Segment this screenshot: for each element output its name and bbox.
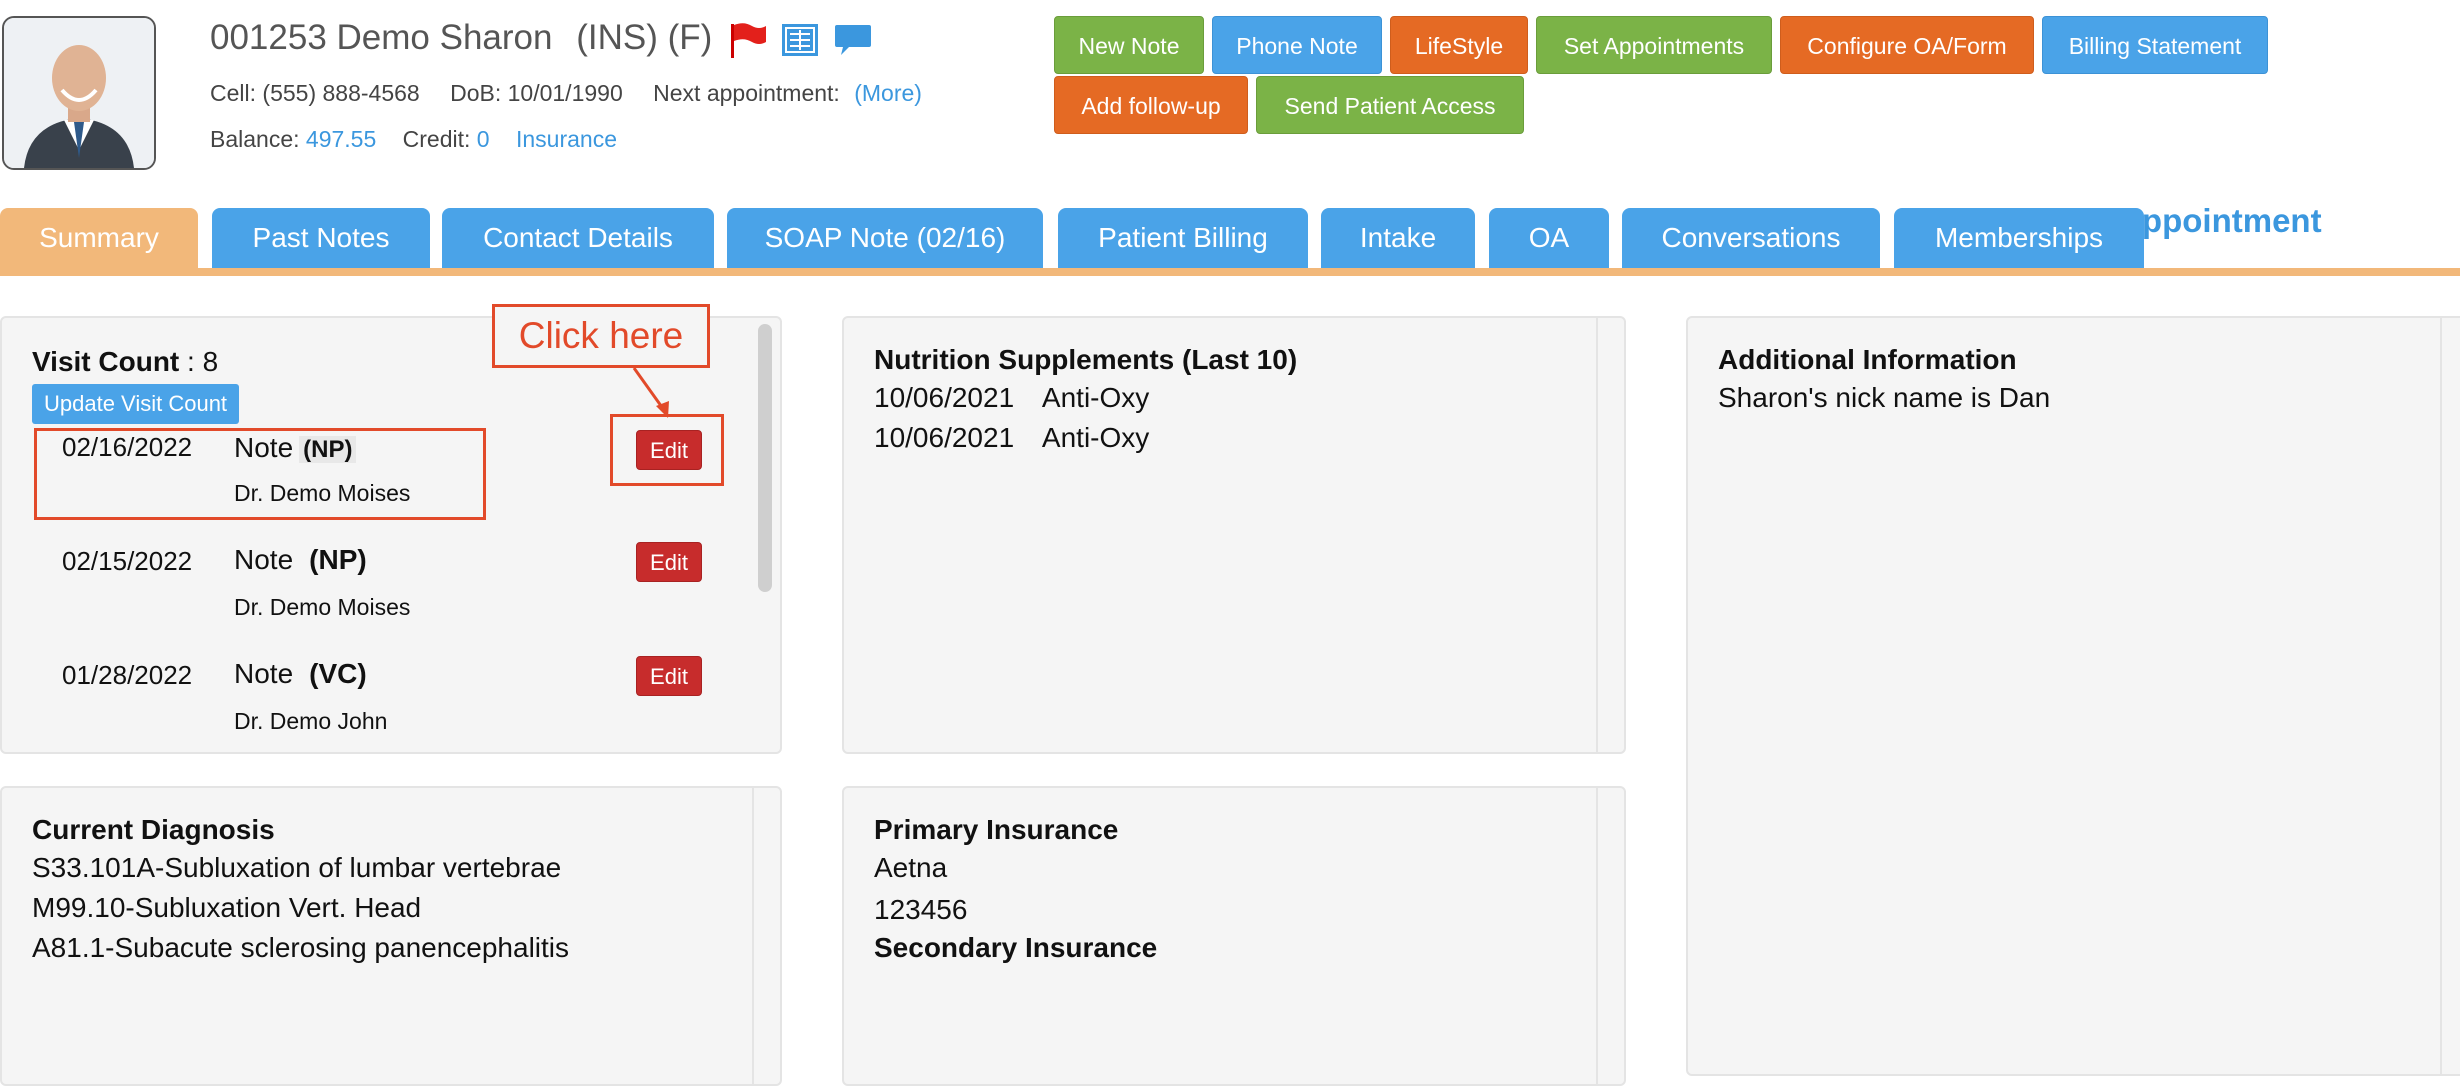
- patient-avatar[interactable]: [2, 16, 156, 170]
- patient-id-name: 001253 Demo Sharon: [210, 18, 553, 57]
- diagnosis-title: Current Diagnosis: [32, 814, 275, 845]
- tab-summary[interactable]: Summary: [0, 208, 198, 268]
- visit-count-row: Visit Count : 8: [32, 346, 218, 378]
- patient-name: 001253 Demo Sharon (INS) (F): [210, 18, 712, 58]
- nutrition-item: 10/06/2021 Anti-Oxy: [874, 422, 1149, 454]
- annotation-arrow: [632, 367, 669, 418]
- panel-divider: [2440, 318, 2442, 1074]
- tab-memberships[interactable]: Memberships: [1894, 208, 2144, 268]
- add-follow-up-button[interactable]: Add follow-up: [1054, 76, 1248, 134]
- nutrition-date: 10/06/2021: [874, 422, 1015, 453]
- primary-insurance-id: 123456: [874, 894, 968, 925]
- tab-bar-underline: [0, 268, 2460, 276]
- insurance-link[interactable]: Insurance: [516, 126, 617, 152]
- edit-visit-button[interactable]: Edit: [636, 656, 702, 696]
- cell-label: Cell:: [210, 80, 257, 106]
- next-appointment-label: Next appointment:: [653, 80, 840, 106]
- panel-divider: [1596, 788, 1598, 1084]
- balance-label: Balance:: [210, 126, 300, 152]
- send-patient-access-button[interactable]: Send Patient Access: [1256, 76, 1524, 134]
- secondary-insurance-title: Secondary Insurance: [874, 932, 1158, 963]
- diagnosis-item: M99.10-Subluxation Vert. Head: [32, 892, 422, 923]
- annotation-highlight-visit: [34, 428, 486, 520]
- visit-doctor: Dr. Demo Moises: [234, 594, 411, 620]
- phone-note-button[interactable]: Phone Note: [1212, 16, 1382, 74]
- tab-contact-details[interactable]: Contact Details: [442, 208, 714, 268]
- visit-note-type: (VC): [309, 658, 367, 689]
- edit-visit-button[interactable]: Edit: [636, 542, 702, 582]
- diagnosis-item: S33.101A-Subluxation of lumbar vertebrae: [32, 852, 562, 883]
- new-note-button[interactable]: New Note: [1054, 16, 1204, 74]
- patient-ins-gender: (INS) (F): [576, 18, 713, 57]
- nutrition-date: 10/06/2021: [874, 382, 1015, 413]
- document-icon[interactable]: [780, 22, 820, 63]
- credit-label: Credit:: [402, 126, 471, 152]
- dob-label: DoB:: [450, 80, 502, 106]
- nutrition-name: Anti-Oxy: [1041, 422, 1150, 453]
- credit-value[interactable]: 0: [477, 126, 490, 152]
- visit-note-label: Note: [234, 658, 294, 689]
- visit-count-label: Visit Count: [32, 346, 180, 377]
- dob-value: 10/01/1990: [507, 80, 623, 106]
- primary-insurance-name: Aetna: [874, 852, 948, 883]
- tab-patient-billing[interactable]: Patient Billing: [1058, 208, 1308, 268]
- panel-divider: [1596, 318, 1598, 752]
- visit-date: 01/28/2022: [62, 660, 193, 690]
- more-link[interactable]: (More): [854, 80, 922, 106]
- additional-info-panel: [1686, 316, 2460, 1076]
- visit-note-label: Note: [234, 544, 294, 575]
- visit-note[interactable]: Note (NP): [234, 544, 367, 576]
- balance-value[interactable]: 497.55: [306, 126, 376, 152]
- patient-balance-line: Balance: 497.55 Credit: 0 Insurance: [210, 126, 617, 153]
- avatar-photo: [4, 18, 154, 168]
- cell-value: (555) 888-4568: [262, 80, 420, 106]
- set-appointments-button[interactable]: Set Appointments: [1536, 16, 1772, 74]
- visit-date: 02/15/2022: [62, 546, 193, 576]
- additional-info-text: Sharon's nick name is Dan: [1718, 382, 2051, 413]
- tab-soap-note[interactable]: SOAP Note (02/16): [727, 208, 1043, 268]
- annotation-highlight-edit: [610, 414, 724, 486]
- visit-count-separator: :: [179, 346, 203, 377]
- tab-past-notes[interactable]: Past Notes: [212, 208, 430, 268]
- nutrition-item: 10/06/2021 Anti-Oxy: [874, 382, 1149, 414]
- billing-statement-button[interactable]: Billing Statement: [2042, 16, 2268, 74]
- tab-conversations[interactable]: Conversations: [1622, 208, 1880, 268]
- nutrition-name: Anti-Oxy: [1041, 382, 1150, 413]
- tab-intake[interactable]: Intake: [1321, 208, 1475, 268]
- annotation-click-here-label: Click here: [492, 304, 710, 368]
- header-icons: [728, 22, 881, 62]
- nutrition-title: Nutrition Supplements (Last 10): [874, 344, 1298, 375]
- visit-count-value: 8: [202, 346, 219, 377]
- diagnosis-item: A81.1-Subacute sclerosing panencephaliti…: [32, 932, 570, 963]
- visit-note[interactable]: Note (VC): [234, 658, 367, 690]
- additional-info-title: Additional Information: [1718, 344, 2017, 375]
- configure-oa-form-button[interactable]: Configure OA/Form: [1780, 16, 2034, 74]
- tab-oa[interactable]: OA: [1489, 208, 1609, 268]
- visit-list-scrollbar[interactable]: [758, 324, 772, 592]
- visit-note-type: (NP): [309, 544, 367, 575]
- patient-contact-line: Cell: (555) 888-4568 DoB: 10/01/1990 Nex…: [210, 80, 922, 107]
- flag-icon[interactable]: [728, 22, 768, 63]
- update-visit-count-button[interactable]: Update Visit Count: [32, 384, 240, 424]
- panel-divider: [752, 788, 754, 1084]
- lifestyle-button[interactable]: LifeStyle: [1390, 16, 1528, 74]
- chat-bubble-icon[interactable]: [833, 22, 873, 63]
- primary-insurance-title: Primary Insurance: [874, 814, 1119, 845]
- visit-doctor: Dr. Demo John: [234, 708, 388, 734]
